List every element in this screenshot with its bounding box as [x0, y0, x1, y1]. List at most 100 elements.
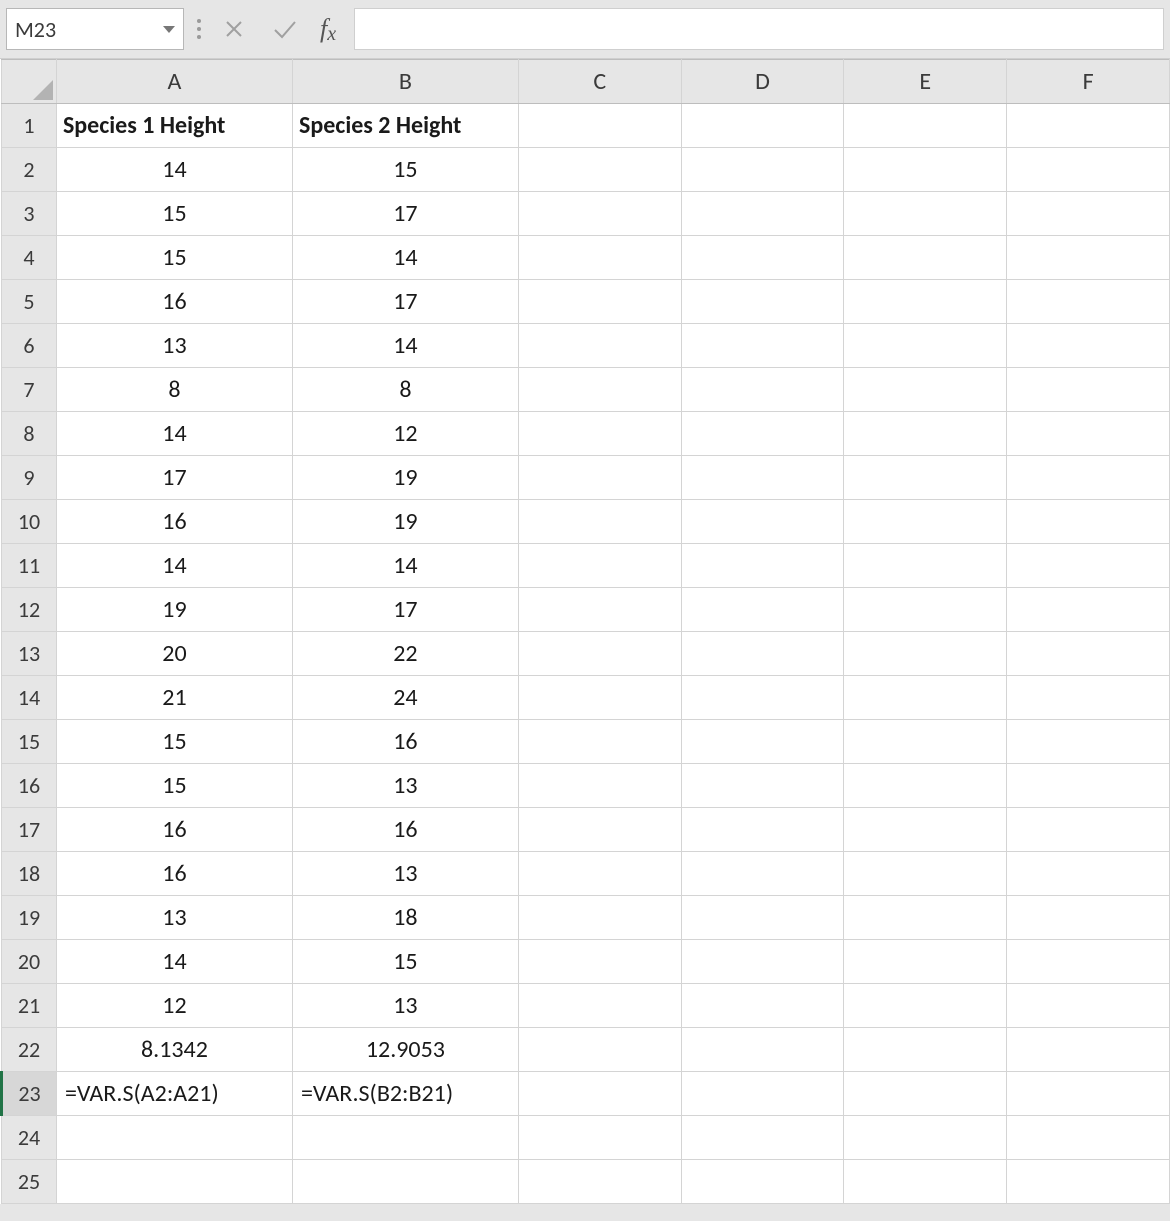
cell-B20[interactable]: 15	[292, 940, 518, 984]
row-header[interactable]: 13	[2, 632, 57, 676]
cell-C10[interactable]	[518, 500, 681, 544]
row-header[interactable]: 12	[2, 588, 57, 632]
cell-B5[interactable]: 17	[292, 280, 518, 324]
cell-D17[interactable]	[681, 808, 844, 852]
cell-F10[interactable]	[1007, 500, 1170, 544]
cell-C17[interactable]	[518, 808, 681, 852]
cell-D16[interactable]	[681, 764, 844, 808]
cell-D5[interactable]	[681, 280, 844, 324]
chevron-down-icon[interactable]	[163, 26, 175, 33]
column-header-A[interactable]: A	[56, 60, 292, 104]
cell-A14[interactable]: 21	[56, 676, 292, 720]
cell-E2[interactable]	[844, 148, 1007, 192]
cell-C16[interactable]	[518, 764, 681, 808]
cell-A1[interactable]: Species 1 Height	[56, 104, 292, 148]
row-header[interactable]: 7	[2, 368, 57, 412]
cell-B11[interactable]: 14	[292, 544, 518, 588]
cell-C5[interactable]	[518, 280, 681, 324]
cell-E11[interactable]	[844, 544, 1007, 588]
cell-F16[interactable]	[1007, 764, 1170, 808]
cell-D1[interactable]	[681, 104, 844, 148]
cell-D22[interactable]	[681, 1028, 844, 1072]
row-header[interactable]: 25	[2, 1160, 57, 1204]
column-header-F[interactable]: F	[1007, 60, 1170, 104]
cell-A23[interactable]: =VAR.S(A2:A21)	[56, 1072, 292, 1116]
row-header[interactable]: 6	[2, 324, 57, 368]
cell-B9[interactable]: 19	[292, 456, 518, 500]
cell-A10[interactable]: 16	[56, 500, 292, 544]
cell-F7[interactable]	[1007, 368, 1170, 412]
cell-F19[interactable]	[1007, 896, 1170, 940]
cell-C9[interactable]	[518, 456, 681, 500]
cell-C11[interactable]	[518, 544, 681, 588]
cell-B18[interactable]: 13	[292, 852, 518, 896]
cell-A20[interactable]: 14	[56, 940, 292, 984]
column-header-E[interactable]: E	[844, 60, 1007, 104]
cell-E3[interactable]	[844, 192, 1007, 236]
cell-E7[interactable]	[844, 368, 1007, 412]
cell-F5[interactable]	[1007, 280, 1170, 324]
cell-C23[interactable]	[518, 1072, 681, 1116]
cell-C2[interactable]	[518, 148, 681, 192]
cell-A3[interactable]: 15	[56, 192, 292, 236]
row-header[interactable]: 10	[2, 500, 57, 544]
cell-E14[interactable]	[844, 676, 1007, 720]
cell-C22[interactable]	[518, 1028, 681, 1072]
row-header[interactable]: 4	[2, 236, 57, 280]
cell-B19[interactable]: 18	[292, 896, 518, 940]
cell-E16[interactable]	[844, 764, 1007, 808]
cell-C19[interactable]	[518, 896, 681, 940]
cell-D10[interactable]	[681, 500, 844, 544]
cell-E10[interactable]	[844, 500, 1007, 544]
select-all-corner[interactable]	[2, 60, 57, 104]
cell-E6[interactable]	[844, 324, 1007, 368]
row-header[interactable]: 20	[2, 940, 57, 984]
cell-E8[interactable]	[844, 412, 1007, 456]
cell-F24[interactable]	[1007, 1116, 1170, 1160]
cell-C24[interactable]	[518, 1116, 681, 1160]
cell-E12[interactable]	[844, 588, 1007, 632]
cell-C15[interactable]	[518, 720, 681, 764]
cell-F6[interactable]	[1007, 324, 1170, 368]
cell-C3[interactable]	[518, 192, 681, 236]
cell-C4[interactable]	[518, 236, 681, 280]
cell-D8[interactable]	[681, 412, 844, 456]
cell-D6[interactable]	[681, 324, 844, 368]
formula-bar-input[interactable]	[354, 8, 1164, 50]
cell-B3[interactable]: 17	[292, 192, 518, 236]
cell-D11[interactable]	[681, 544, 844, 588]
column-header-D[interactable]: D	[681, 60, 844, 104]
cell-A4[interactable]: 15	[56, 236, 292, 280]
cell-C20[interactable]	[518, 940, 681, 984]
cell-F3[interactable]	[1007, 192, 1170, 236]
cell-D18[interactable]	[681, 852, 844, 896]
cell-B25[interactable]	[292, 1160, 518, 1204]
row-header[interactable]: 24	[2, 1116, 57, 1160]
cell-C12[interactable]	[518, 588, 681, 632]
cell-A16[interactable]: 15	[56, 764, 292, 808]
cell-F17[interactable]	[1007, 808, 1170, 852]
cell-E17[interactable]	[844, 808, 1007, 852]
cell-C1[interactable]	[518, 104, 681, 148]
cell-B23[interactable]: =VAR.S(B2:B21)	[292, 1072, 518, 1116]
cell-F20[interactable]	[1007, 940, 1170, 984]
row-header[interactable]: 17	[2, 808, 57, 852]
row-header[interactable]: 21	[2, 984, 57, 1028]
cell-C18[interactable]	[518, 852, 681, 896]
cell-F8[interactable]	[1007, 412, 1170, 456]
cell-A11[interactable]: 14	[56, 544, 292, 588]
cell-A18[interactable]: 16	[56, 852, 292, 896]
cell-F11[interactable]	[1007, 544, 1170, 588]
cell-F9[interactable]	[1007, 456, 1170, 500]
cell-E20[interactable]	[844, 940, 1007, 984]
cell-A22[interactable]: 8.1342	[56, 1028, 292, 1072]
cell-F18[interactable]	[1007, 852, 1170, 896]
row-header[interactable]: 15	[2, 720, 57, 764]
cell-C13[interactable]	[518, 632, 681, 676]
row-header[interactable]: 19	[2, 896, 57, 940]
row-header[interactable]: 11	[2, 544, 57, 588]
spreadsheet-grid[interactable]: A B C D E F 1Species 1 HeightSpecies 2 H…	[0, 59, 1170, 1204]
cell-C7[interactable]	[518, 368, 681, 412]
row-header[interactable]: 23	[2, 1072, 57, 1116]
cell-E5[interactable]	[844, 280, 1007, 324]
